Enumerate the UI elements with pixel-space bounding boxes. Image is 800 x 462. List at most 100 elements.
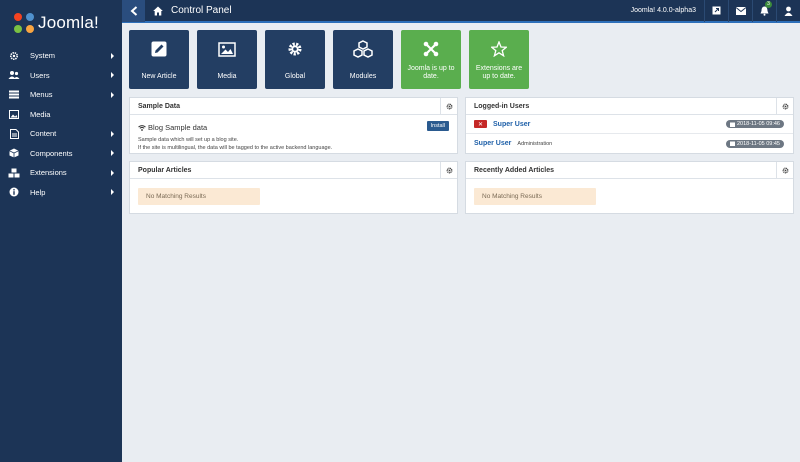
- calendar-icon: [729, 141, 735, 146]
- quickicon-media[interactable]: Media: [197, 30, 257, 89]
- panel-title: Recently Added Articles: [466, 162, 793, 179]
- date-badge: 2018-11-05 09:45: [725, 139, 784, 148]
- popular-articles-panel: Popular Articles No Matching Results: [129, 161, 458, 214]
- quickicon-modules[interactable]: Modules: [333, 30, 393, 89]
- sample-data-item: Blog Sample data: [138, 123, 449, 132]
- panel-options-button[interactable]: [440, 98, 457, 114]
- info-icon: [8, 187, 20, 197]
- header: Control Panel Joomla! 4.0.0-alpha3 3: [122, 0, 800, 23]
- quickicon-label: Global: [284, 73, 306, 80]
- chevron-right-icon: [111, 52, 114, 59]
- user-menu-button[interactable]: [776, 0, 800, 22]
- panel-title: Popular Articles: [130, 162, 457, 179]
- quickicon-label: Joomla is up to date.: [407, 65, 455, 80]
- joomla-logo[interactable]: Joomla!: [0, 0, 122, 46]
- gear-icon: [287, 40, 303, 58]
- joomla-logo-icon: [14, 13, 34, 33]
- wifi-icon: [138, 124, 146, 131]
- home-icon[interactable]: [153, 6, 163, 16]
- panel-body: No Matching Results: [466, 179, 793, 211]
- version-label[interactable]: Joomla! 4.0.0-alpha3: [631, 7, 696, 14]
- user-name-link[interactable]: Super User: [493, 121, 530, 128]
- envelope-icon: [735, 6, 746, 15]
- notification-count-badge: 3: [765, 1, 772, 8]
- chevron-right-icon: [111, 169, 114, 176]
- sidebar: Joomla! System Users Menus Media Content…: [0, 0, 122, 462]
- user-icon: [784, 6, 793, 16]
- sidebar-item-media[interactable]: Media: [0, 105, 122, 125]
- panel-options-button[interactable]: [776, 98, 793, 114]
- file-icon: [8, 128, 20, 139]
- sidebar-menu: System Users Menus Media Content Compone…: [0, 46, 122, 202]
- gear-icon: [782, 167, 788, 173]
- brand-name: Joomla!: [38, 13, 99, 32]
- sidebar-item-extensions[interactable]: Extensions: [0, 163, 122, 183]
- chevron-left-icon: [129, 5, 137, 16]
- main-content: New Article Media Global Modules Joomla …: [122, 23, 800, 462]
- sidebar-item-components[interactable]: Components: [0, 144, 122, 164]
- sidebar-item-users[interactable]: Users: [0, 66, 122, 86]
- quickicon-new-article[interactable]: New Article: [129, 30, 189, 89]
- date-badge: 2018-11-05 09:46: [725, 120, 784, 128]
- gear-icon: [446, 103, 452, 109]
- quickicons: New Article Media Global Modules Joomla …: [129, 30, 529, 89]
- sidebar-item-label: Users: [30, 70, 50, 80]
- logged-in-user-row: ✕ Super User 2018-11-05 09:46: [466, 115, 793, 134]
- calendar-icon: [729, 122, 735, 127]
- chevron-right-icon: [111, 130, 114, 137]
- page-title: Control Panel: [171, 5, 232, 16]
- toggle-sidebar-button[interactable]: [122, 0, 145, 22]
- chevron-right-icon: [111, 150, 114, 157]
- no-results-alert: No Matching Results: [474, 188, 596, 205]
- gear-icon: [446, 167, 452, 173]
- list-icon: [8, 90, 20, 100]
- chevron-right-icon: [111, 91, 114, 98]
- panel-title: Sample Data: [130, 98, 457, 115]
- sidebar-item-menus[interactable]: Menus: [0, 85, 122, 105]
- user-role: Administration: [517, 140, 553, 147]
- joomla-icon: [423, 40, 439, 58]
- sidebar-item-help[interactable]: Help: [0, 183, 122, 203]
- users-icon: [8, 70, 20, 80]
- panel-options-button[interactable]: [440, 162, 457, 178]
- quickicon-global[interactable]: Global: [265, 30, 325, 89]
- gear-icon: [782, 103, 788, 109]
- quickicon-label: New Article: [141, 73, 177, 80]
- logout-user-button[interactable]: ✕: [474, 120, 487, 128]
- cube-icon: [8, 148, 20, 158]
- panel-body: No Matching Results: [130, 179, 457, 211]
- panel-title: Logged-in Users: [466, 98, 793, 115]
- quickicon-joomla-update[interactable]: Joomla is up to date.: [401, 30, 461, 89]
- sidebar-item-system[interactable]: System: [0, 46, 122, 66]
- sidebar-item-label: Media: [30, 109, 51, 119]
- cubes-icon: [8, 168, 20, 178]
- messages-button[interactable]: [728, 0, 752, 22]
- sample-data-item-title: Blog Sample data: [148, 123, 208, 132]
- quickicon-extensions-update[interactable]: Extensions are up to date.: [469, 30, 529, 89]
- quickicon-label: Media: [217, 73, 237, 80]
- sample-data-description: Sample data which will set up a blog sit…: [138, 137, 333, 151]
- notifications-button[interactable]: 3: [752, 0, 776, 22]
- no-results-alert: No Matching Results: [138, 188, 260, 205]
- pencil-icon: [151, 40, 167, 58]
- sidebar-item-content[interactable]: Content: [0, 124, 122, 144]
- star-icon: [491, 40, 507, 58]
- sidebar-item-label: System: [30, 51, 56, 61]
- chevron-right-icon: [111, 72, 114, 79]
- sidebar-item-label: Menus: [30, 90, 53, 100]
- external-link-icon: [712, 6, 721, 15]
- logged-in-user-row: Super User Administration 2018-11-05 09:…: [466, 134, 793, 153]
- sidebar-item-label: Extensions: [30, 168, 67, 178]
- quickicon-label: Modules: [349, 73, 377, 80]
- panel-body: Blog Sample data Sample data which will …: [130, 115, 457, 158]
- panel-options-button[interactable]: [776, 162, 793, 178]
- close-icon: ✕: [477, 121, 484, 128]
- sidebar-item-label: Components: [30, 148, 73, 158]
- logged-in-users-panel: Logged-in Users ✕ Super User 2018-11-05 …: [465, 97, 794, 154]
- user-name-link[interactable]: Super User: [474, 140, 511, 147]
- view-site-button[interactable]: [704, 0, 728, 22]
- install-button[interactable]: Install: [426, 121, 449, 131]
- recent-articles-panel: Recently Added Articles No Matching Resu…: [465, 161, 794, 214]
- image-icon: [218, 40, 236, 58]
- sample-data-panel: Sample Data Blog Sample data Sample data…: [129, 97, 458, 154]
